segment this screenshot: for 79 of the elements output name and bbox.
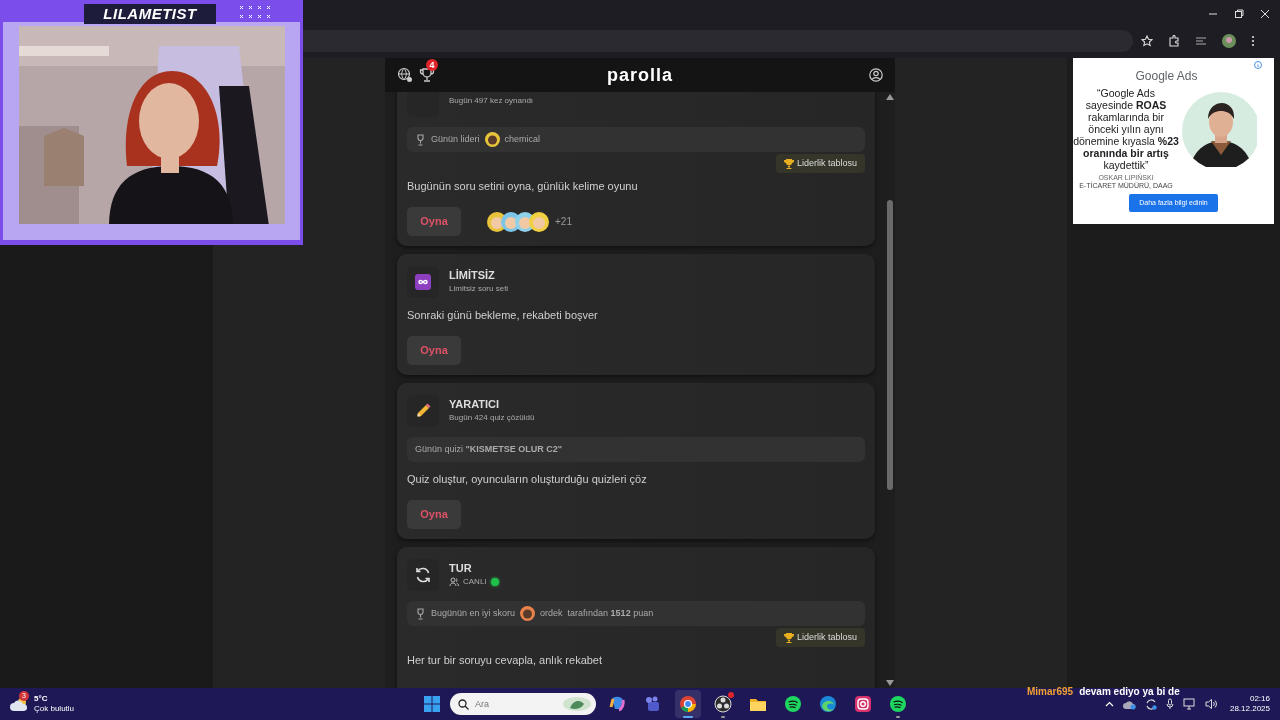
- pencil-icon: [414, 402, 432, 420]
- ad-logo: Google Ads: [1134, 68, 1199, 85]
- refresh-icon: [414, 566, 432, 584]
- spotify-icon: [784, 695, 802, 713]
- cross-pattern-drawing: [239, 5, 271, 19]
- scrollbar[interactable]: [885, 92, 895, 688]
- card-subtitle: Limitsiz soru seti: [449, 283, 509, 295]
- info-text: tarafından 1512 puan: [567, 606, 654, 620]
- notification-badge: 4: [426, 59, 438, 71]
- weather-temperature: 5°C: [34, 694, 49, 704]
- trophy-icon: [415, 133, 426, 146]
- windows-icon[interactable]: [423, 695, 441, 713]
- chrome-icon: [679, 695, 697, 713]
- avatar-icon: [520, 606, 536, 621]
- more-count: +21: [555, 215, 572, 229]
- up-arrow-icon: [886, 94, 894, 100]
- instagram-icon: [854, 695, 872, 713]
- edge-icon: [819, 695, 837, 713]
- teams-icon: [644, 695, 662, 713]
- chevron-up-icon[interactable]: [1104, 701, 1114, 707]
- chat-message: devam ediyo ya bi de: [1079, 685, 1180, 699]
- leaf-icon: [562, 696, 592, 712]
- info-label: Bugünün en iyi skoru: [431, 606, 516, 620]
- card-description: Quiz oluştur, oyuncuların oluşturduğu quizleri çöz: [407, 472, 648, 486]
- info-label: Günün lideri: [431, 132, 480, 146]
- scrollbar-thumb[interactable]: [887, 200, 893, 490]
- card-subtitle: Bugün 497 kez oynandı: [449, 95, 534, 107]
- info-icon[interactable]: [1254, 61, 1262, 69]
- card-title: LİMİTSİZ: [449, 269, 496, 281]
- trophy-icon[interactable]: [419, 67, 435, 83]
- obs-icon: [714, 695, 732, 713]
- search-bar[interactable]: Ara: [450, 693, 596, 715]
- spotify-icon: [889, 695, 907, 713]
- channel-name: LILAMETIST: [84, 4, 216, 24]
- star-icon[interactable]: [1141, 35, 1153, 47]
- card-title: TUR: [449, 562, 473, 574]
- card-subtitle: CANLI: [463, 576, 487, 588]
- weather-condition: Çok bulutlu: [34, 704, 75, 714]
- clock[interactable]: 02:16 28.12.2025: [1229, 694, 1270, 714]
- app-logo: parolla: [606, 63, 674, 87]
- chat-username: Mimar695: [1027, 685, 1074, 699]
- down-arrow-icon: [886, 680, 894, 686]
- people-icon: [449, 577, 459, 587]
- avatar-icon: [484, 132, 500, 147]
- card-description: Bugünün soru setini oyna, günlük kelime oyunu: [407, 179, 639, 193]
- profile-icon[interactable]: [869, 68, 883, 82]
- play-button[interactable]: Oyna: [407, 336, 461, 365]
- card-description: Sonraki günü bekleme, rekabeti boşver: [407, 308, 599, 322]
- user-name: ordek: [540, 606, 563, 620]
- search-icon: [458, 698, 469, 710]
- infinity-icon: [415, 274, 431, 290]
- card-title: YARATICI: [449, 398, 501, 410]
- menu-icon[interactable]: [1251, 35, 1255, 47]
- volume-icon[interactable]: [1204, 698, 1217, 710]
- taskbar-app[interactable]: [675, 690, 701, 718]
- ad-quote: “Google Ads sayesinde ROAS rakamlarında bir önceki yılın aynı dönemine kıyasla %23 oranında bir artış kaydettik”: [1073, 87, 1179, 171]
- info-text: Günün quizi "KISMETSE OLUR C2": [415, 442, 563, 456]
- user-name: chemical: [504, 132, 541, 146]
- copilot-icon: [609, 695, 627, 713]
- avatar-icon[interactable]: [1222, 34, 1236, 48]
- trophy-icon: [415, 607, 426, 620]
- trophy-icon: [783, 158, 794, 169]
- list-icon[interactable]: [1195, 35, 1207, 47]
- trophy-icon: [783, 632, 794, 643]
- close-icon[interactable]: [1260, 9, 1270, 19]
- puzzle-icon[interactable]: [1168, 35, 1180, 47]
- play-button[interactable]: Oyna: [407, 500, 461, 529]
- globe-icon[interactable]: [397, 67, 413, 83]
- sync-icon[interactable]: [1144, 698, 1157, 710]
- cloud-sync-icon[interactable]: [1122, 698, 1136, 710]
- leaderboard-button[interactable]: Liderlik tablosu: [775, 628, 865, 647]
- cloud-icon: [10, 696, 30, 712]
- leaderboard-button[interactable]: Liderlik tablosu: [775, 154, 865, 173]
- card-subtitle: Bugün 424 quiz çözüldü: [449, 412, 535, 424]
- play-button[interactable]: Oyna: [407, 207, 461, 236]
- microphone-icon[interactable]: [1165, 698, 1174, 710]
- search-field[interactable]: Ara: [475, 696, 555, 712]
- card-description: Her tur bir soruyu cevapla, anlık rekabet: [407, 653, 604, 667]
- restore-icon[interactable]: [1234, 9, 1244, 19]
